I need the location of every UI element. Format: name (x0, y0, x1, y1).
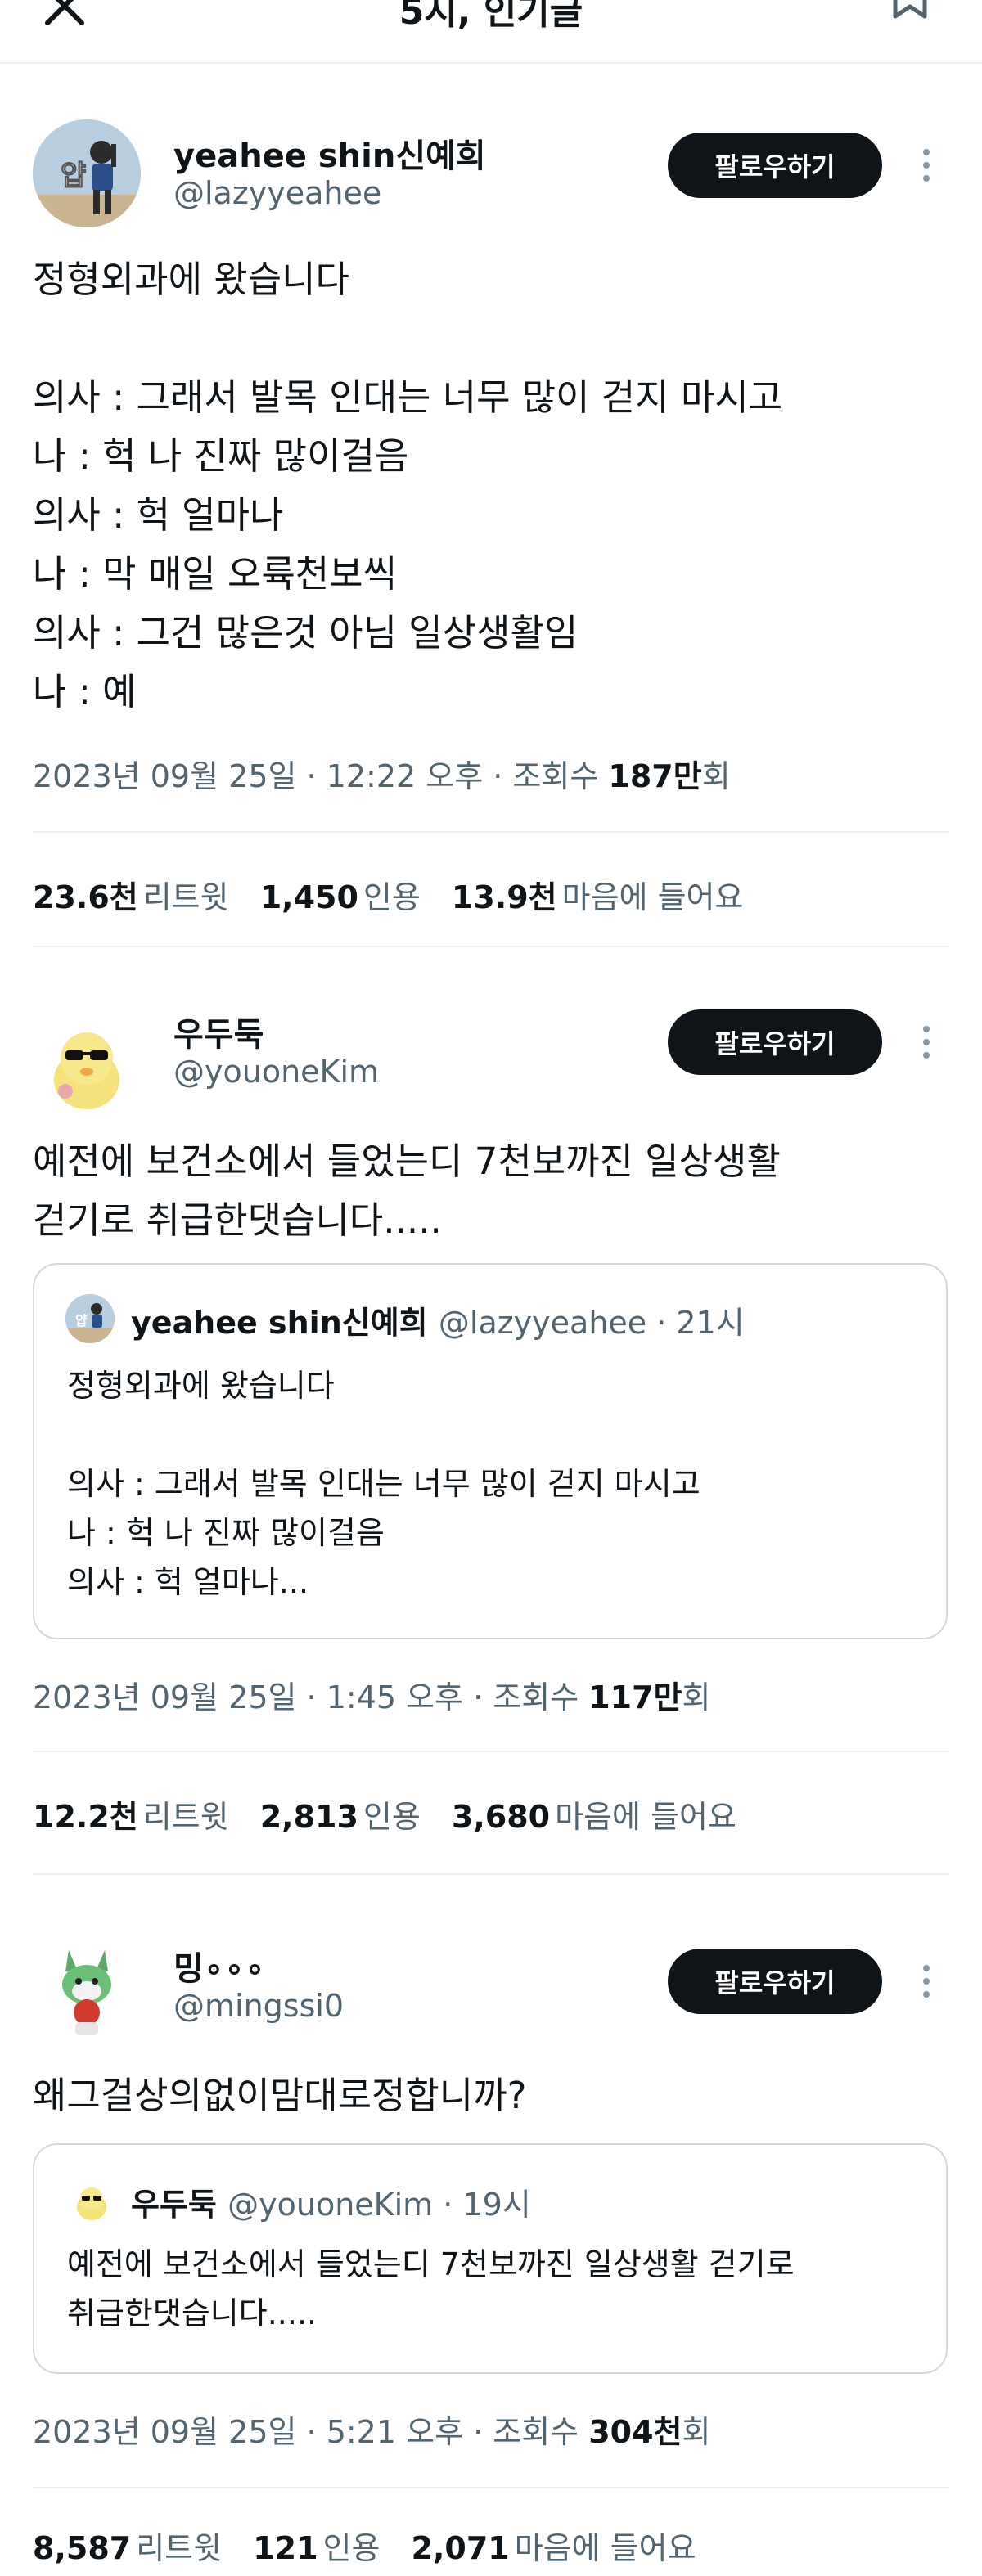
quoted-avatar: 얍 (65, 1294, 115, 1343)
more-options-icon[interactable] (910, 1949, 943, 2014)
avatar-text: 얍 (61, 160, 86, 192)
more-options-icon[interactable] (910, 1009, 943, 1075)
retweet-count[interactable]: 23.6천 (33, 879, 138, 915)
quoted-post[interactable]: 얍 yeahee shin신예희 @lazyyeahee · 21시 정형외과에… (33, 1263, 948, 1639)
bookmark-icon[interactable] (885, 0, 935, 33)
more-options-icon[interactable] (910, 133, 943, 198)
avatar[interactable] (33, 1934, 141, 2042)
retweet-label[interactable]: 리트윗 (143, 879, 229, 915)
follow-button[interactable]: 팔로우하기 (668, 133, 882, 198)
quoted-text: 예전에 보건소에서 들었는디 7천보까진 일상생활 걷기로 취급한댓습니다...… (67, 2246, 795, 2331)
post-stats: 23.6천 리트윗 1,450 인용 13.9천 마음에 들어요 (33, 872, 743, 917)
view-suffix: 회 (701, 758, 731, 794)
like-count[interactable]: 13.9천 (452, 879, 557, 915)
user-name[interactable]: 우두둑 (173, 1008, 264, 1055)
user-handle[interactable]: @youoneKim (173, 1054, 379, 1090)
retweet-count[interactable]: 8,587 (33, 2530, 131, 2566)
quote-label[interactable]: 인용 (363, 879, 421, 915)
divider (33, 946, 949, 947)
view-suffix: 회 (682, 2414, 711, 2450)
quoted-post[interactable]: 우두둑 @youoneKim · 19시 예전에 보건소에서 들었는디 7천보까… (33, 2143, 948, 2374)
quoted-avatar (67, 2176, 116, 2225)
post-text: 왜그걸상의없이맘대로정합니까? (33, 2074, 527, 2117)
quoted-user-name: 우두둑 (131, 2187, 217, 2223)
top-bar: 5시, 인기글 (0, 0, 982, 64)
user-handle[interactable]: @lazyyeahee (173, 175, 381, 211)
quoted-text: 정형외과에 왔습니다 의사 : 그래서 발목 인대는 너무 많이 걷지 마시고 … (67, 1368, 700, 1600)
divider (33, 1751, 949, 1752)
avatar[interactable] (33, 1009, 141, 1117)
follow-button[interactable]: 팔로우하기 (668, 1949, 882, 2014)
post-meta: 2023년 09월 25일 · 12:22 오후 · 조회수 187만회 (33, 751, 731, 796)
quoted-handle-time: @youoneKim · 19시 (227, 2187, 531, 2223)
quote-count[interactable]: 121 (253, 2530, 318, 2566)
view-count: 187만 (608, 758, 702, 794)
user-name[interactable]: 밍∘∘∘ (173, 1942, 265, 1989)
like-label[interactable]: 마음에 들어요 (562, 879, 744, 915)
retweet-label[interactable]: 리트윗 (136, 2530, 222, 2566)
view-count: 304천 (588, 2414, 682, 2450)
user-handle[interactable]: @mingssi0 (173, 1988, 344, 2024)
quote-count[interactable]: 2,813 (260, 1799, 358, 1835)
like-label[interactable]: 마음에 들어요 (515, 2530, 696, 2566)
quoted-user-name: yeahee shin신예희 (131, 1305, 428, 1341)
like-count[interactable]: 2,071 (412, 2530, 510, 2566)
post-date: 2023년 09월 25일 · 1:45 오후 · 조회수 (33, 1679, 589, 1715)
user-name[interactable]: yeahee shin신예희 (173, 129, 486, 177)
avatar[interactable]: 얍 (33, 119, 141, 227)
retweet-label[interactable]: 리트윗 (143, 1799, 229, 1835)
retweet-count[interactable]: 12.2천 (33, 1799, 138, 1835)
post-date: 2023년 09월 25일 · 12:22 오후 · 조회수 (33, 758, 609, 794)
post-text: 예전에 보건소에서 들었는디 7천보까진 일상생활 걷기로 취급한댓습니다...… (33, 1140, 781, 1242)
quoted-user: yeahee shin신예희 @lazyyeahee · 21시 (131, 1297, 745, 1342)
divider (33, 2487, 949, 2488)
follow-button[interactable]: 팔로우하기 (668, 1009, 882, 1075)
quote-label[interactable]: 인용 (363, 1799, 421, 1835)
quoted-user: 우두둑 @youoneKim · 19시 (131, 2179, 531, 2224)
view-suffix: 회 (682, 1679, 711, 1715)
post-stats: 8,587 리트윗 121 인용 2,071 마음에 들어요 (33, 2523, 696, 2568)
like-count[interactable]: 3,680 (452, 1799, 550, 1835)
like-label[interactable]: 마음에 들어요 (555, 1799, 736, 1835)
page-title: 5시, 인기글 (399, 0, 583, 33)
divider (33, 1873, 949, 1875)
quote-count[interactable]: 1,450 (260, 879, 358, 915)
view-count: 117만 (588, 1679, 682, 1715)
post-text: 정형외과에 왔습니다 의사 : 그래서 발목 인대는 너무 많이 걷지 마시고 … (33, 258, 783, 713)
post-stats: 12.2천 리트윗 2,813 인용 3,680 마음에 들어요 (33, 1792, 736, 1836)
quoted-avatar-text: 얍 (75, 1313, 88, 1328)
post-meta: 2023년 09월 25일 · 5:21 오후 · 조회수 304천회 (33, 2407, 711, 2452)
quoted-handle-time: @lazyyeahee · 21시 (438, 1305, 745, 1341)
quote-label[interactable]: 인용 (323, 2530, 381, 2566)
post-meta: 2023년 09월 25일 · 1:45 오후 · 조회수 117만회 (33, 1672, 711, 1717)
divider (33, 831, 949, 833)
post-date: 2023년 09월 25일 · 5:21 오후 · 조회수 (33, 2414, 589, 2450)
